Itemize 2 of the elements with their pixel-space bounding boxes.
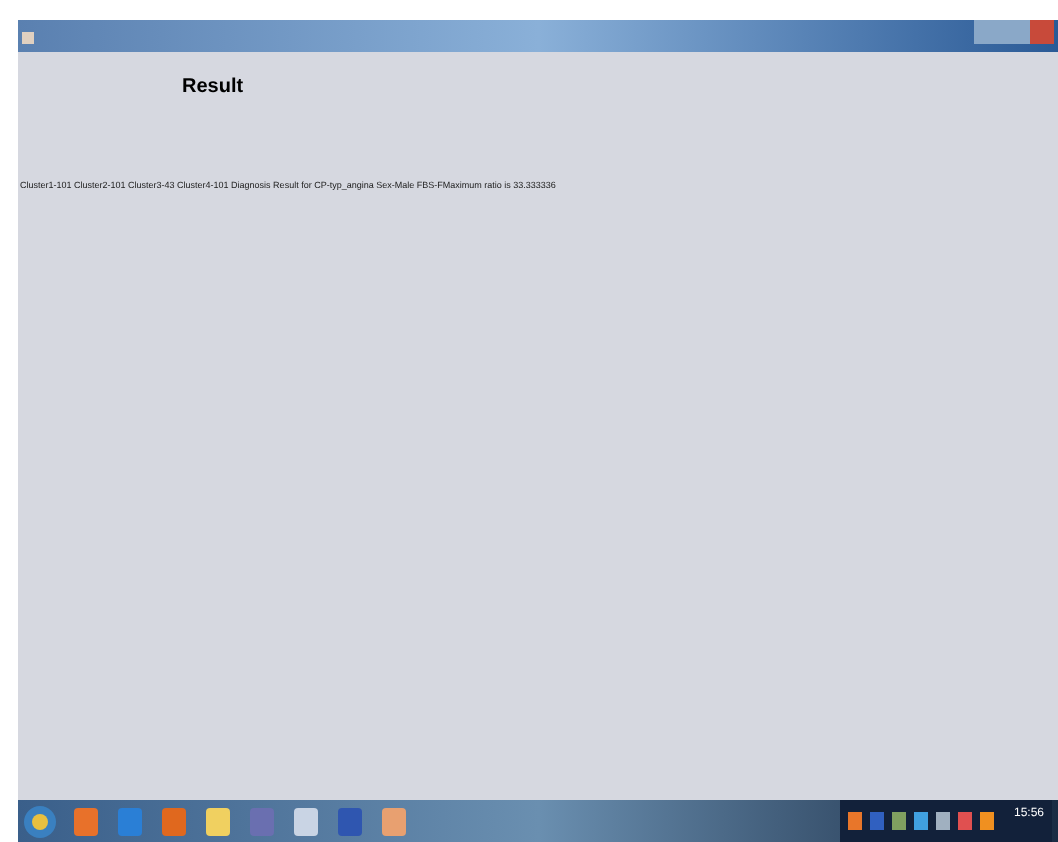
result-heading: Result xyxy=(182,76,244,98)
start-button[interactable] xyxy=(24,805,56,837)
